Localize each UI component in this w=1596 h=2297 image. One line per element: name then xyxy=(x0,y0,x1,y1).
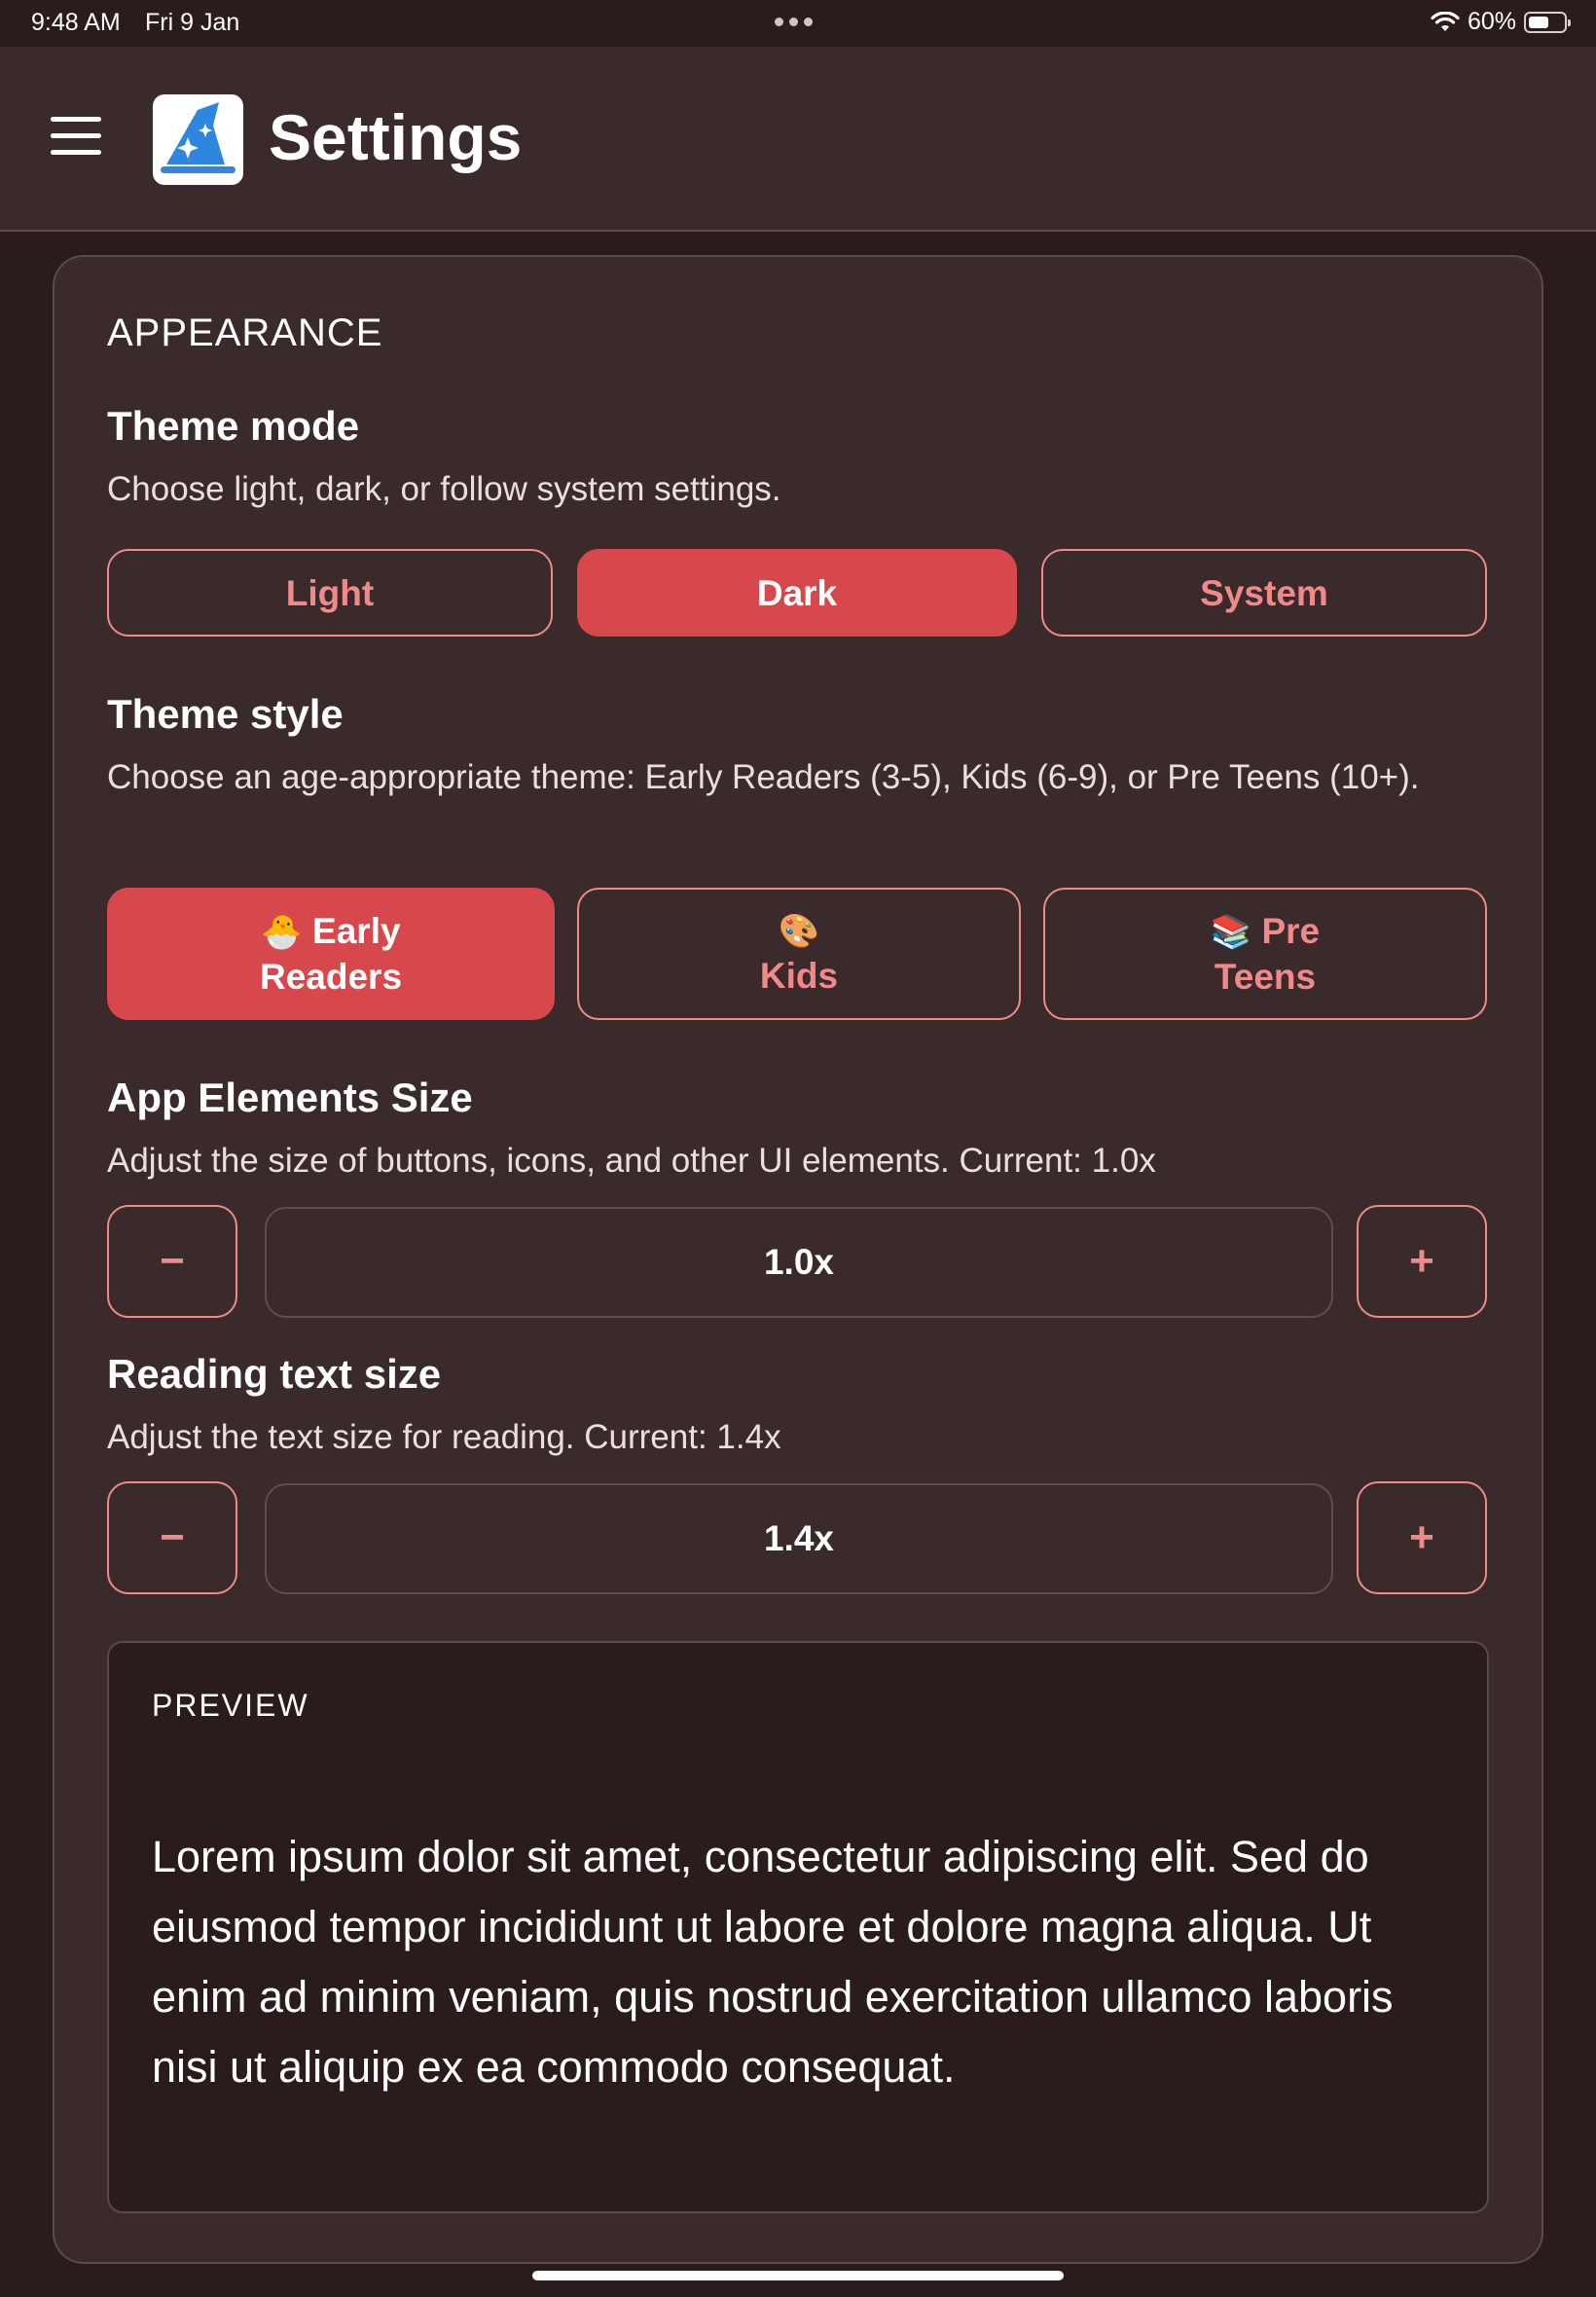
preview-title: PREVIEW xyxy=(152,1688,309,1723)
status-bar: 9:48 AM Fri 9 Jan 60% xyxy=(0,0,1596,47)
theme-style-pre-teens-button[interactable]: 📚 Pre Teens xyxy=(1043,888,1487,1020)
books-icon: 📚 xyxy=(1210,914,1252,951)
appearance-card: APPEARANCE Theme mode Choose light, dark… xyxy=(53,255,1543,2264)
preview-text: Lorem ipsum dolor sit amet, consectetur … xyxy=(152,1832,1394,2092)
battery-icon xyxy=(1524,11,1571,33)
section-title: APPEARANCE xyxy=(107,311,383,354)
reading-text-size-increment-button[interactable]: + xyxy=(1357,1481,1487,1594)
preview-panel: PREVIEW Lorem ipsum dolor sit amet, cons… xyxy=(107,1641,1489,2213)
reading-text-size-value: 1.4x xyxy=(265,1483,1333,1594)
theme-style-kids-button[interactable]: 🎨 Kids xyxy=(577,888,1021,1020)
reading-text-size-description: Adjust the text size for reading. Curren… xyxy=(107,1418,781,1456)
theme-mode-description: Choose light, dark, or follow system set… xyxy=(107,470,781,508)
hatching-chick-icon: 🐣 xyxy=(261,914,303,951)
theme-mode-label: Theme mode xyxy=(107,403,360,449)
palette-icon: 🎨 xyxy=(778,913,820,950)
app-elements-size-label: App Elements Size xyxy=(107,1075,473,1120)
app-elements-size-description: Adjust the size of buttons, icons, and o… xyxy=(107,1142,1156,1180)
home-indicator[interactable] xyxy=(532,2271,1064,2280)
battery-percent: 60% xyxy=(1467,8,1516,35)
theme-style-description: Choose an age-appropriate theme: Early R… xyxy=(107,758,1420,796)
status-time: 9:48 AM xyxy=(31,9,121,36)
wizard-hat-icon xyxy=(153,94,243,185)
page-title: Settings xyxy=(269,101,523,173)
theme-mode-system-button[interactable]: System xyxy=(1041,549,1487,637)
app-elements-size-decrement-button[interactable]: − xyxy=(107,1205,237,1318)
multitasking-dots-icon[interactable] xyxy=(775,18,813,26)
theme-style-early-readers-button[interactable]: 🐣 Early Readers xyxy=(107,888,555,1020)
reading-text-size-label: Reading text size xyxy=(107,1351,442,1397)
hamburger-menu-icon[interactable] xyxy=(51,117,101,160)
wifi-icon xyxy=(1431,11,1460,31)
status-date: Fri 9 Jan xyxy=(145,9,240,36)
top-app-bar: Settings xyxy=(0,47,1596,232)
theme-style-label: Theme style xyxy=(107,691,344,737)
theme-mode-dark-button[interactable]: Dark xyxy=(577,549,1017,637)
app-elements-size-increment-button[interactable]: + xyxy=(1357,1205,1487,1318)
reading-text-size-decrement-button[interactable]: − xyxy=(107,1481,237,1594)
theme-mode-light-button[interactable]: Light xyxy=(107,549,553,637)
app-elements-size-value: 1.0x xyxy=(265,1207,1333,1318)
